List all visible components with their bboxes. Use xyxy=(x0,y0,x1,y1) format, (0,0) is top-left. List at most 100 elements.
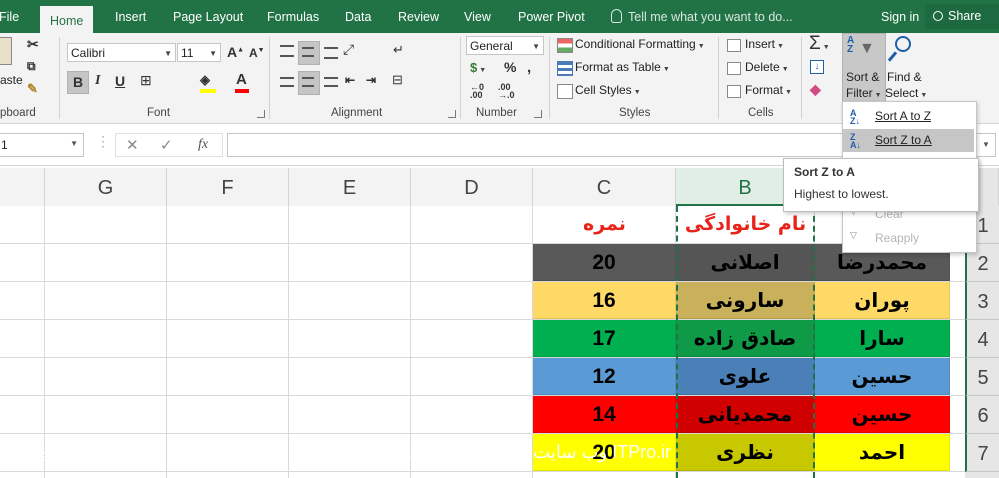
font-size-select[interactable]: 11 ▼ xyxy=(177,43,221,62)
align-bottom-icon[interactable] xyxy=(324,47,338,59)
cell-c1[interactable]: نمره xyxy=(533,206,676,243)
comma-style-icon[interactable]: , xyxy=(527,59,531,76)
grow-font-icon[interactable]: A▲ xyxy=(227,44,244,60)
tell-me-search[interactable]: Tell me what you want to do... xyxy=(611,0,793,33)
row-header-6[interactable]: 6 xyxy=(965,396,999,434)
sign-in-link[interactable]: Sign in xyxy=(881,0,919,35)
menu-item-sort-a-to-z[interactable]: A Z↓ Sort A to Z xyxy=(843,105,974,128)
percent-style-icon[interactable]: % xyxy=(504,59,516,75)
cell-score[interactable]: 20 xyxy=(533,244,676,281)
cell-score[interactable]: 14 xyxy=(533,396,676,433)
cell-name[interactable]: حسین xyxy=(815,358,950,395)
increase-indent-icon[interactable]: ⇥ xyxy=(366,73,376,87)
tab-formulas[interactable]: Formulas xyxy=(267,0,319,33)
merge-center-icon[interactable]: ⊟ xyxy=(392,72,403,88)
italic-icon[interactable]: I xyxy=(95,73,100,89)
cell-score[interactable]: 12 xyxy=(533,358,676,395)
alignment-dialog-launcher-icon[interactable] xyxy=(448,110,456,118)
chevron-down-icon: ▼ xyxy=(70,139,78,148)
accounting-format-icon[interactable]: $ ▼ xyxy=(470,60,486,75)
delete-cells-button[interactable]: Delete ▼ xyxy=(745,60,789,74)
tab-review[interactable]: Review xyxy=(398,0,439,33)
column-header-d[interactable]: D xyxy=(411,168,533,206)
column-header-f[interactable]: F xyxy=(167,168,289,206)
column-header-partial[interactable] xyxy=(0,168,45,206)
column-header-g[interactable]: G xyxy=(45,168,167,206)
font-color-icon[interactable]: A xyxy=(236,71,247,88)
share-button[interactable]: Share xyxy=(925,4,999,29)
cut-icon[interactable]: ✂ xyxy=(27,36,39,53)
cell-family[interactable]: صادق زاده xyxy=(676,320,815,357)
cell-family[interactable]: نظری xyxy=(676,434,815,471)
clear-icon[interactable]: ◆ xyxy=(810,81,821,98)
insert-cells-button[interactable]: Insert ▼ xyxy=(745,37,784,51)
chevron-down-icon: ▼ xyxy=(164,49,172,58)
tab-power-pivot[interactable]: Power Pivot xyxy=(518,0,585,33)
cell-name[interactable]: احمد xyxy=(815,434,950,471)
number-dialog-launcher-icon[interactable] xyxy=(534,110,542,118)
increase-decimal-icon[interactable]: ←0.00 xyxy=(470,83,484,100)
cell-name[interactable]: حسین xyxy=(815,396,950,433)
row-header-5[interactable]: 5 xyxy=(965,358,999,396)
format-as-table-button[interactable]: Format as Table ▼ xyxy=(575,60,670,74)
find-select-line2[interactable]: Select ▼ xyxy=(885,86,927,100)
cancel-icon[interactable]: ✕ xyxy=(126,136,139,154)
tab-page-layout[interactable]: Page Layout xyxy=(173,0,243,33)
cell-styles-button[interactable]: Cell Styles ▼ xyxy=(575,83,641,97)
tab-home[interactable]: Home xyxy=(40,3,94,36)
fill-icon[interactable]: ↓ xyxy=(810,60,824,74)
paste-icon[interactable] xyxy=(0,37,12,65)
cell-score[interactable]: 17 xyxy=(533,320,676,357)
cell-family[interactable]: اصلانی xyxy=(676,244,815,281)
cell-score[interactable]: 16 xyxy=(533,282,676,319)
column-header-c[interactable]: C xyxy=(533,168,676,206)
orientation-icon[interactable]: ⤢ xyxy=(343,41,354,58)
find-select-line1[interactable]: Find & xyxy=(887,70,922,84)
tab-view[interactable]: View xyxy=(464,0,491,33)
name-box[interactable]: 1 ▼ xyxy=(0,133,84,157)
copy-icon[interactable]: ⧉ xyxy=(27,59,36,74)
paste-label[interactable]: aste xyxy=(0,73,23,87)
row-header-3[interactable]: 3 xyxy=(965,282,999,320)
format-cells-button[interactable]: Format ▼ xyxy=(745,83,792,97)
format-cells-icon xyxy=(727,85,741,98)
watermark-right: وب سایت تخصصی فناوری اطلاعات ایران ITPro… xyxy=(298,442,672,462)
tab-insert[interactable]: Insert xyxy=(115,0,146,33)
cell-family[interactable]: سارونی xyxy=(676,282,815,319)
menu-item-sort-z-to-a[interactable]: Z A↓ Sort Z to A xyxy=(843,129,974,152)
align-top-icon[interactable] xyxy=(280,45,294,57)
decrease-decimal-icon[interactable]: .00 →.0 xyxy=(498,83,515,100)
decrease-indent-icon[interactable]: ⇤ xyxy=(345,73,355,87)
bold-button[interactable]: B xyxy=(67,71,89,94)
underline-icon[interactable]: U xyxy=(115,73,125,89)
column-header-e[interactable]: E xyxy=(289,168,411,206)
format-painter-icon[interactable]: ✎ xyxy=(27,81,38,97)
expand-formula-icon[interactable]: ▼ xyxy=(982,140,990,149)
cells-group-label: Cells xyxy=(748,107,774,119)
tab-file[interactable]: File xyxy=(0,0,19,33)
cell-name[interactable]: سارا xyxy=(815,320,950,357)
enter-icon[interactable]: ✓ xyxy=(160,136,173,154)
font-name-select[interactable]: Calibri ▼ xyxy=(67,43,176,62)
magnifier-handle xyxy=(887,51,898,62)
insert-function-icon[interactable]: fx xyxy=(198,137,208,153)
cell-family[interactable]: محمدیانی xyxy=(676,396,815,433)
align-right-icon[interactable] xyxy=(324,77,338,87)
tab-data[interactable]: Data xyxy=(345,0,371,33)
conditional-formatting-button[interactable]: Conditional Formatting ▼ xyxy=(575,37,705,51)
align-left-icon[interactable] xyxy=(280,77,294,87)
cell-name[interactable]: پوران xyxy=(815,282,950,319)
wrap-text-icon[interactable]: ↵ xyxy=(393,42,404,58)
font-dialog-launcher-icon[interactable] xyxy=(257,110,265,118)
menu-item-reapply[interactable]: ▽ Reapply xyxy=(843,227,974,250)
shrink-font-icon[interactable]: A▼ xyxy=(249,46,265,60)
autosum-icon[interactable]: Σ ▼ xyxy=(809,33,830,55)
align-middle-icon xyxy=(302,47,314,57)
row-header-4[interactable]: 4 xyxy=(965,320,999,358)
drag-handle-icon[interactable]: ⋮ xyxy=(96,133,110,150)
row-header-7[interactable]: 7 xyxy=(965,434,999,472)
number-format-select[interactable]: General ▼ xyxy=(466,36,544,55)
borders-icon[interactable]: ⊞ xyxy=(140,72,152,89)
fill-color-icon[interactable]: ◈ xyxy=(200,72,210,88)
cell-family[interactable]: علوی xyxy=(676,358,815,395)
